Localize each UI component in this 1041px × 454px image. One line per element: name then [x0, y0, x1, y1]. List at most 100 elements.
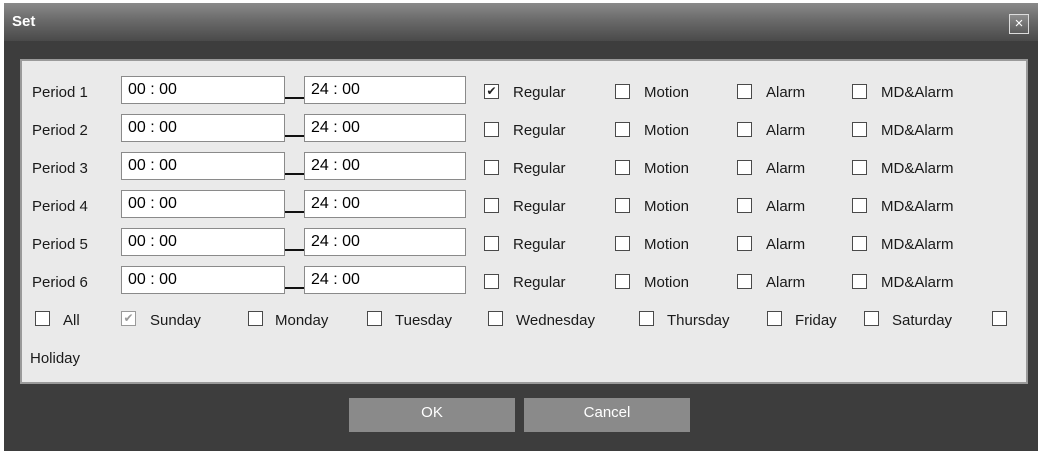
motion-checkbox[interactable] [615, 84, 630, 99]
sunday-label: Sunday [150, 312, 201, 329]
period-row: Period 6 Regular Motion Alarm MD&Alarm [22, 265, 1026, 295]
regular-checkbox[interactable] [484, 198, 499, 213]
thursday-checkbox[interactable] [639, 311, 654, 326]
time-range-separator [285, 135, 304, 137]
alarm-checkbox[interactable] [737, 84, 752, 99]
all-days-label: All [63, 312, 80, 329]
motion-label: Motion [644, 236, 690, 253]
period-start-time-input[interactable] [121, 152, 285, 180]
motion-label: Motion [644, 122, 690, 139]
monday-label: Monday [275, 312, 329, 329]
period-label: Period 4 [32, 198, 88, 215]
motion-checkbox[interactable] [615, 274, 630, 289]
period-end-time-input[interactable] [304, 114, 466, 142]
time-range-separator [285, 211, 304, 213]
alarm-label: Alarm [766, 236, 806, 253]
holiday-label: Holiday [30, 350, 81, 367]
period-label: Period 6 [32, 274, 88, 291]
friday-checkbox[interactable] [767, 311, 782, 326]
md-alarm-checkbox[interactable] [852, 274, 867, 289]
thursday-label: Thursday [667, 312, 730, 329]
alarm-label: Alarm [766, 122, 806, 139]
all-days-checkbox[interactable] [35, 311, 50, 326]
period-row: Period 1 ✔ Regular Motion Alarm MD&Alarm [22, 75, 1026, 105]
regular-label: Regular [513, 160, 566, 177]
regular-checkbox[interactable] [484, 160, 499, 175]
period-row: Period 3 Regular Motion Alarm MD&Alarm [22, 151, 1026, 181]
motion-checkbox[interactable] [615, 236, 630, 251]
period-label: Period 3 [32, 160, 88, 177]
period-start-time-input[interactable] [121, 190, 285, 218]
alarm-label: Alarm [766, 84, 806, 101]
md-alarm-checkbox[interactable] [852, 122, 867, 137]
cancel-button[interactable]: Cancel [524, 398, 690, 432]
md-alarm-label: MD&Alarm [881, 122, 954, 139]
regular-checkbox[interactable] [484, 274, 499, 289]
alarm-checkbox[interactable] [737, 160, 752, 175]
alarm-checkbox[interactable] [737, 274, 752, 289]
wednesday-label: Wednesday [516, 312, 595, 329]
alarm-checkbox[interactable] [737, 198, 752, 213]
motion-label: Motion [644, 160, 690, 177]
saturday-label: Saturday [892, 312, 953, 329]
time-range-separator [285, 173, 304, 175]
period-row: Period 4 Regular Motion Alarm MD&Alarm [22, 189, 1026, 219]
alarm-checkbox[interactable] [737, 122, 752, 137]
period-row: Period 2 Regular Motion Alarm MD&Alarm [22, 113, 1026, 143]
regular-label: Regular [513, 274, 566, 291]
set-dialog: Set × Period 1 ✔ Regular Motion Alarm MD… [4, 3, 1038, 451]
monday-checkbox[interactable] [248, 311, 263, 326]
ok-button[interactable]: OK [349, 398, 515, 432]
regular-label: Regular [513, 198, 566, 215]
dialog-title: Set [12, 13, 36, 30]
friday-label: Friday [795, 312, 837, 329]
md-alarm-label: MD&Alarm [881, 198, 954, 215]
md-alarm-label: MD&Alarm [881, 160, 954, 177]
regular-checkbox[interactable] [484, 236, 499, 251]
alarm-checkbox[interactable] [737, 236, 752, 251]
period-start-time-input[interactable] [121, 228, 285, 256]
period-start-time-input[interactable] [121, 114, 285, 142]
motion-checkbox[interactable] [615, 198, 630, 213]
wednesday-checkbox[interactable] [488, 311, 503, 326]
period-end-time-input[interactable] [304, 190, 466, 218]
regular-checkbox[interactable]: ✔ [484, 84, 499, 99]
md-alarm-checkbox[interactable] [852, 198, 867, 213]
holiday-checkbox[interactable] [992, 311, 1007, 326]
period-label: Period 1 [32, 84, 88, 101]
period-end-time-input[interactable] [304, 266, 466, 294]
regular-label: Regular [513, 236, 566, 253]
period-start-time-input[interactable] [121, 266, 285, 294]
time-range-separator [285, 249, 304, 251]
period-label: Period 5 [32, 236, 88, 253]
close-icon[interactable]: × [1009, 14, 1029, 34]
period-end-time-input[interactable] [304, 152, 466, 180]
dialog-titlebar[interactable]: Set × [4, 3, 1038, 41]
time-range-separator [285, 287, 304, 289]
period-label: Period 2 [32, 122, 88, 139]
regular-label: Regular [513, 84, 566, 101]
motion-label: Motion [644, 274, 690, 291]
alarm-label: Alarm [766, 274, 806, 291]
md-alarm-label: MD&Alarm [881, 236, 954, 253]
motion-checkbox[interactable] [615, 160, 630, 175]
tuesday-checkbox[interactable] [367, 311, 382, 326]
md-alarm-checkbox[interactable] [852, 236, 867, 251]
period-row: Period 5 Regular Motion Alarm MD&Alarm [22, 227, 1026, 257]
sunday-checkbox[interactable]: ✔ [121, 311, 136, 326]
alarm-label: Alarm [766, 198, 806, 215]
regular-checkbox[interactable] [484, 122, 499, 137]
motion-checkbox[interactable] [615, 122, 630, 137]
period-end-time-input[interactable] [304, 76, 466, 104]
md-alarm-checkbox[interactable] [852, 160, 867, 175]
tuesday-label: Tuesday [395, 312, 452, 329]
motion-label: Motion [644, 198, 690, 215]
md-alarm-label: MD&Alarm [881, 84, 954, 101]
saturday-checkbox[interactable] [864, 311, 879, 326]
motion-label: Motion [644, 84, 690, 101]
md-alarm-checkbox[interactable] [852, 84, 867, 99]
regular-label: Regular [513, 122, 566, 139]
alarm-label: Alarm [766, 160, 806, 177]
period-start-time-input[interactable] [121, 76, 285, 104]
period-end-time-input[interactable] [304, 228, 466, 256]
